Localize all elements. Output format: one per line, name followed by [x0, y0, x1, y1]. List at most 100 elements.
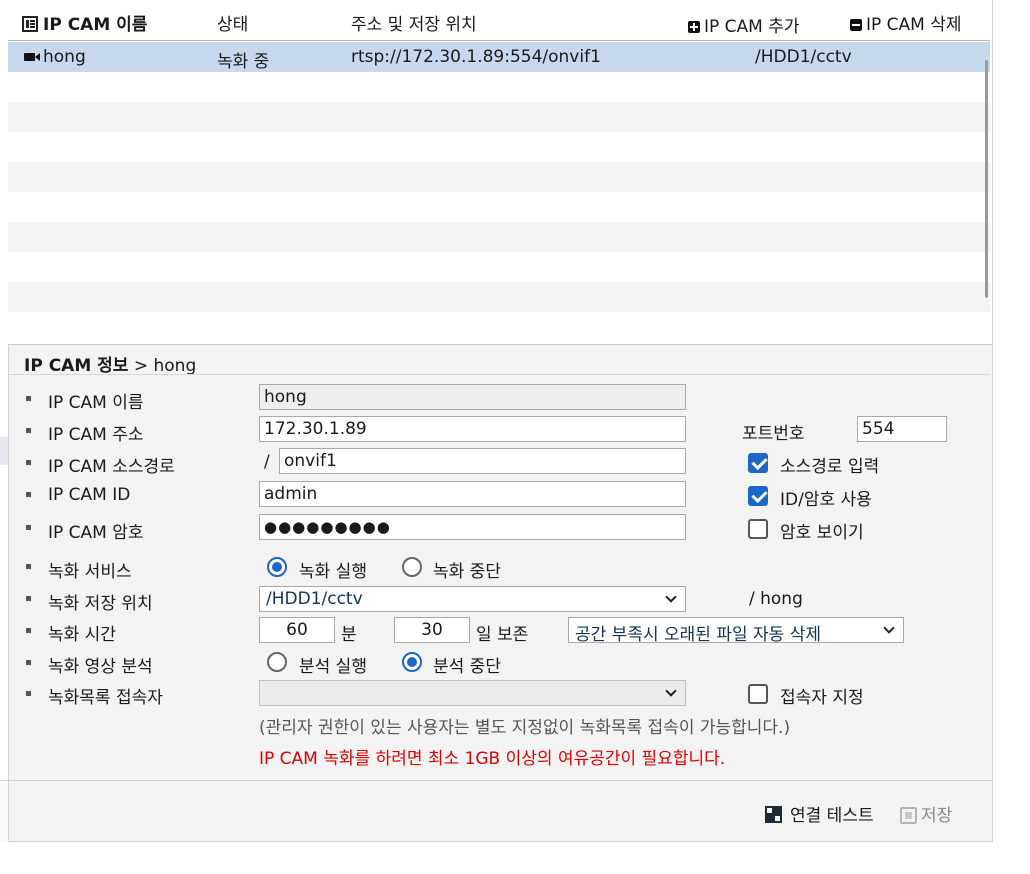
retention-days-input[interactable]: 30 [394, 617, 470, 643]
cleanup-policy-select[interactable]: 공간 부족시 오래된 파일 자동 삭제 [568, 617, 904, 643]
record-viewer-select[interactable] [259, 680, 686, 706]
column-header-name-label: IP CAM 이름 [43, 15, 148, 35]
connection-test-label: 연결 테스트 [790, 806, 874, 826]
camera-row-url: rtsp://172.30.1.89:554/onvif1 [351, 47, 601, 67]
assign-viewer-label: 접속자 지정 [780, 688, 864, 708]
bullet [26, 691, 31, 696]
list-scrollbar[interactable] [985, 60, 988, 298]
camera-row-status: 녹화 중 [217, 52, 270, 72]
label-cam-password: IP CAM 암호 [48, 523, 144, 543]
side-edge [0, 437, 8, 465]
info-title-bold: IP CAM 정보 [24, 356, 129, 376]
empty-row [8, 252, 990, 282]
empty-row [8, 162, 990, 192]
save-icon [900, 807, 917, 824]
show-password-checkbox[interactable] [748, 519, 768, 539]
bullet [26, 596, 31, 601]
divider [8, 374, 990, 375]
camera-row-name-text: hong [43, 47, 86, 67]
cam-password-input[interactable]: ●●●●●●●●● [259, 514, 686, 540]
chevron-down-icon [665, 591, 677, 603]
path-slash: / [264, 452, 270, 472]
label-cam-id: IP CAM ID [48, 485, 131, 505]
plus-icon [688, 21, 700, 33]
bullet [26, 428, 31, 433]
cleanup-policy-value: 공간 부족시 오래된 파일 자동 삭제 [575, 625, 821, 643]
record-on-radio[interactable] [267, 557, 287, 577]
bullet [26, 492, 31, 497]
record-on-label: 녹화 실행 [299, 562, 367, 582]
assign-viewer-checkbox[interactable] [748, 684, 768, 704]
admin-access-note: (관리자 권한이 있는 사용자는 별도 지정없이 녹화목록 접속이 가능합니다.… [259, 718, 791, 738]
info-title: IP CAM 정보 > hong [24, 351, 196, 376]
use-id-password-checkbox[interactable] [748, 486, 768, 506]
bullet [26, 660, 31, 665]
list-icon [22, 16, 38, 32]
chevron-down-icon [883, 622, 895, 634]
port-label: 포트번호 [742, 424, 805, 444]
empty-row [8, 102, 990, 132]
camera-row-name: hong [24, 47, 86, 67]
empty-row [8, 72, 990, 102]
camera-list-header: IP CAM 이름 상태 주소 및 저장 위치 IP CAM 추가 IP CAM… [8, 0, 990, 41]
port-input[interactable]: 554 [857, 416, 947, 442]
connection-test-button[interactable]: 연결 테스트 [765, 801, 874, 826]
analysis-on-radio[interactable] [267, 652, 287, 672]
delete-camera-button[interactable]: IP CAM 삭제 [850, 10, 962, 35]
source-path-checkbox[interactable] [748, 453, 768, 473]
label-cam-address: IP CAM 주소 [48, 425, 144, 445]
bullet [26, 564, 31, 569]
empty-row [8, 282, 990, 312]
bullet [26, 396, 31, 401]
source-path-input[interactable]: onvif1 [279, 448, 686, 474]
storage-warning: IP CAM 녹화를 하려면 최소 1GB 이상의 여유공간이 필요합니다. [259, 749, 726, 769]
show-password-label: 암호 보이기 [780, 523, 864, 543]
empty-row [8, 192, 990, 222]
info-title-camera: > hong [128, 356, 197, 376]
minutes-unit: 분 [341, 625, 357, 645]
use-id-password-label: ID/암호 사용 [780, 490, 872, 510]
source-path-checkbox-label: 소스경로 입력 [780, 457, 880, 477]
label-record-service: 녹화 서비스 [48, 562, 132, 582]
record-off-label: 녹화 중단 [433, 562, 501, 582]
column-header-name[interactable]: IP CAM 이름 [22, 10, 147, 35]
label-record-time: 녹화 시간 [48, 625, 116, 645]
analysis-off-radio[interactable] [402, 652, 422, 672]
analysis-off-label: 분석 중단 [433, 657, 501, 677]
record-location-select[interactable]: /HDD1/cctv [259, 586, 686, 612]
record-location-suffix: / hong [749, 589, 803, 609]
label-record-viewer: 녹화목록 접속자 [48, 688, 163, 708]
camera-row[interactable]: hong 녹화 중 rtsp://172.30.1.89:554/onvif1 … [8, 42, 990, 72]
label-source-path: IP CAM 소스경로 [48, 457, 175, 477]
label-record-location: 녹화 저장 위치 [48, 594, 153, 614]
bullet [26, 525, 31, 530]
side-edge [0, 780, 8, 842]
network-icon [765, 806, 782, 823]
minus-icon [850, 19, 862, 31]
label-video-analysis: 녹화 영상 분석 [48, 657, 153, 677]
empty-row [8, 132, 990, 162]
bullet [26, 460, 31, 465]
bullet [26, 628, 31, 633]
chevron-down-icon [665, 685, 677, 697]
column-header-status[interactable]: 상태 [217, 10, 248, 35]
add-camera-label: IP CAM 추가 [704, 17, 800, 37]
column-header-address[interactable]: 주소 및 저장 위치 [351, 10, 477, 35]
delete-camera-label: IP CAM 삭제 [866, 15, 962, 35]
save-button[interactable]: 저장 [900, 801, 952, 826]
save-label: 저장 [921, 806, 953, 826]
divider [8, 780, 992, 781]
empty-row [8, 222, 990, 252]
empty-row [8, 312, 990, 342]
cam-address-input[interactable]: 172.30.1.89 [259, 416, 686, 442]
cam-name-field[interactable]: hong [259, 384, 686, 410]
analysis-on-label: 분석 실행 [299, 657, 367, 677]
cam-id-input[interactable]: admin [259, 481, 686, 507]
record-minutes-input[interactable]: 60 [259, 617, 335, 643]
label-cam-name: IP CAM 이름 [48, 393, 144, 413]
record-location-value: /HDD1/cctv [266, 589, 363, 609]
video-camera-icon [24, 53, 40, 61]
record-off-radio[interactable] [402, 557, 422, 577]
days-unit: 일 보존 [476, 625, 529, 645]
add-camera-button[interactable]: IP CAM 추가 [688, 12, 800, 37]
